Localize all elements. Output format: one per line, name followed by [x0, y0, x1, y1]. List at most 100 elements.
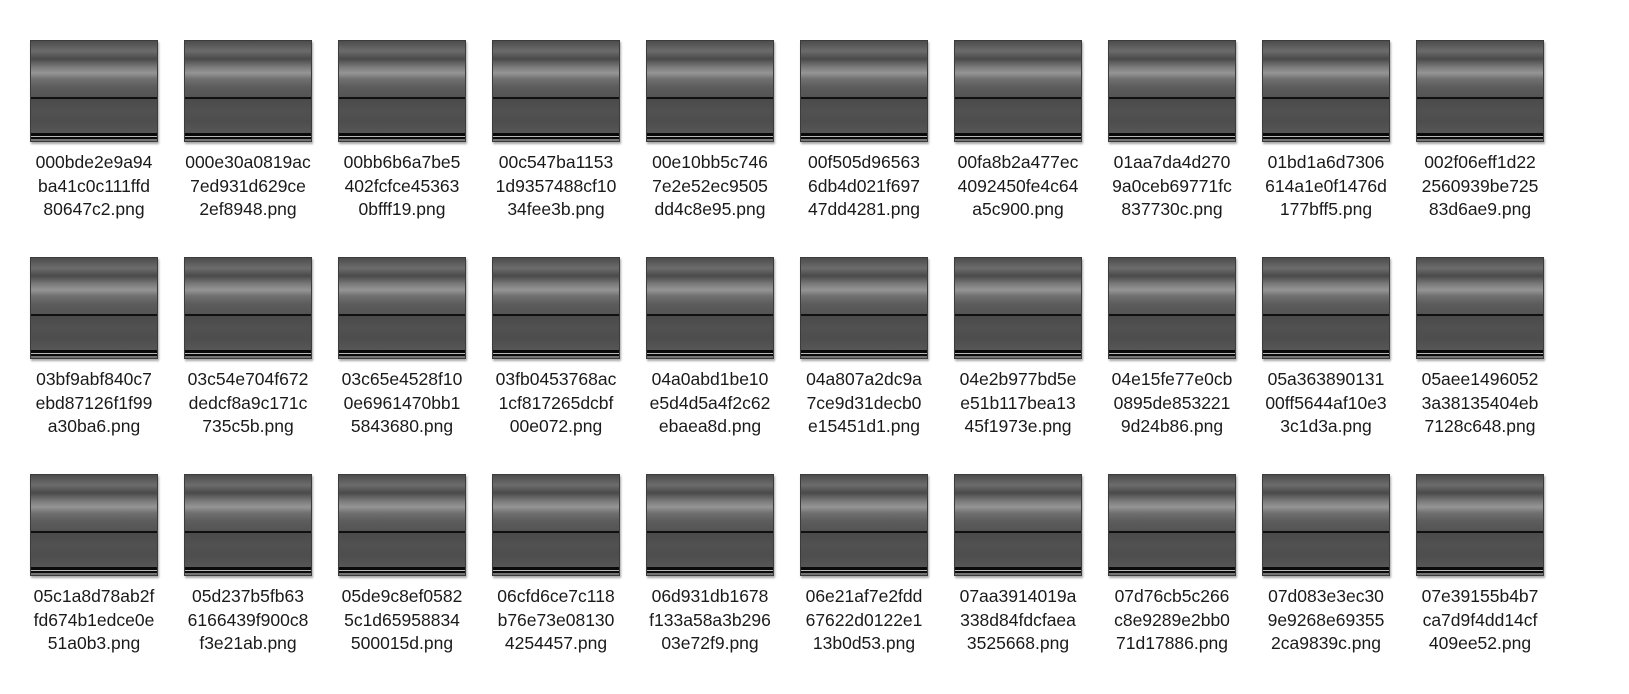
file-thumbnail[interactable] [954, 474, 1082, 576]
file-name-line: a30ba6.png [47, 416, 141, 436]
file-item[interactable]: 05d237b5fb63 6166439f900c8 f3e21ab.png [171, 474, 325, 691]
file-thumbnail[interactable] [30, 40, 158, 142]
file-name-label: 06e21af7e2fdd 67622d0122e1 13b0d53.png [787, 585, 941, 656]
file-item[interactable]: 01aa7da4d270 9a0ceb69771fc 837730c.png [1095, 40, 1249, 257]
file-thumbnail[interactable] [800, 474, 928, 576]
file-name-line: 00e072.png [509, 416, 603, 436]
file-item[interactable]: 07d76cb5c266 c8e9289e2bb0 71d17886.png [1095, 474, 1249, 691]
file-thumbnail[interactable] [184, 40, 312, 142]
file-name-label: 00bb6b6a7be5 402fcfce45363 0bfff19.png [325, 151, 479, 222]
file-thumbnail[interactable] [1108, 257, 1236, 359]
file-item[interactable]: 05aee1496052 3a38135404eb 7128c648.png [1403, 257, 1557, 474]
file-thumbnail[interactable] [492, 40, 620, 142]
file-name-line: dd4c8e95.png [654, 199, 766, 219]
file-name-label: 04e15fe77e0cb 0895de853221 9d24b86.png [1095, 368, 1249, 439]
file-thumbnail[interactable] [954, 257, 1082, 359]
file-item[interactable]: 07aa3914019a 338d84fdcfaea 3525668.png [941, 474, 1095, 691]
file-thumbnail[interactable] [646, 474, 774, 576]
file-name-label: 05d237b5fb63 6166439f900c8 f3e21ab.png [171, 585, 325, 656]
file-name-label: 03c65e4528f10 0e6961470bb1 5843680.png [325, 368, 479, 439]
file-item[interactable]: 03c65e4528f10 0e6961470bb1 5843680.png [325, 257, 479, 474]
file-item[interactable]: 04e15fe77e0cb 0895de853221 9d24b86.png [1095, 257, 1249, 474]
file-thumbnail[interactable] [492, 257, 620, 359]
file-name-line: ca7d9f4dd14cf [1422, 609, 1538, 630]
file-item[interactable]: 07e39155b4b7 ca7d9f4dd14cf 409ee52.png [1403, 474, 1557, 691]
file-thumbnail[interactable] [646, 257, 774, 359]
file-name-line: b76e73e08130 [497, 609, 615, 630]
file-name-line: 80647c2.png [43, 199, 145, 219]
file-name-line: 06cfd6ce7c118 [497, 586, 615, 606]
file-thumbnail[interactable] [30, 474, 158, 576]
file-item[interactable]: 002f06eff1d22 2560939be725 83d6ae9.png [1403, 40, 1557, 257]
file-thumbnail[interactable] [184, 474, 312, 576]
file-name-label: 000e30a0819ac 7ed931d629ce 2ef8948.png [171, 151, 325, 222]
file-item[interactable]: 00c547ba1153 1d9357488cf10 34fee3b.png [479, 40, 633, 257]
file-name-line: 47dd4281.png [808, 199, 920, 219]
file-thumbnail[interactable] [338, 40, 466, 142]
file-name-line: 83d6ae9.png [1428, 199, 1532, 219]
file-thumbnail[interactable] [1416, 257, 1544, 359]
file-name-line: 67622d0122e1 [805, 609, 923, 630]
file-thumbnail[interactable] [954, 40, 1082, 142]
file-name-line: 402fcfce45363 [344, 175, 460, 196]
file-name-line: 2ca9839c.png [1271, 633, 1381, 653]
file-thumbnail[interactable] [1262, 40, 1390, 142]
file-item[interactable]: 04a0abd1be10 e5d4d5a4f2c62 ebaea8d.png [633, 257, 787, 474]
file-name-line: f133a58a3b296 [649, 609, 771, 630]
file-item[interactable]: 05c1a8d78ab2f fd674b1edce0e 51a0b3.png [17, 474, 171, 691]
file-name-label: 00e10bb5c746 7e2e52ec9505 dd4c8e95.png [633, 151, 787, 222]
file-thumbnail[interactable] [338, 257, 466, 359]
file-thumbnail[interactable] [184, 257, 312, 359]
file-item[interactable]: 00bb6b6a7be5 402fcfce45363 0bfff19.png [325, 40, 479, 257]
file-thumbnail[interactable] [800, 257, 928, 359]
file-item[interactable]: 05de9c8ef0582 5c1d65958834 500015d.png [325, 474, 479, 691]
file-name-line: 00c547ba1153 [498, 152, 614, 172]
file-item[interactable]: 05a363890131 00ff5644af10e3 3c1d3a.png [1249, 257, 1403, 474]
file-name-label: 000bde2e9a94 ba41c0c111ffd 80647c2.png [17, 151, 171, 222]
file-item[interactable]: 03bf9abf840c7 ebd87126f1f99 a30ba6.png [17, 257, 171, 474]
file-item[interactable]: 06cfd6ce7c118 b76e73e08130 4254457.png [479, 474, 633, 691]
file-item[interactable]: 00e10bb5c746 7e2e52ec9505 dd4c8e95.png [633, 40, 787, 257]
file-item[interactable]: 01bd1a6d7306 614a1e0f1476d 177bff5.png [1249, 40, 1403, 257]
file-name-line: 6166439f900c8 [187, 609, 309, 630]
file-name-label: 00fa8b2a477ec 4092450fe4c64 a5c900.png [941, 151, 1095, 222]
file-name-line: 4254457.png [504, 633, 608, 653]
file-item[interactable]: 000bde2e9a94 ba41c0c111ffd 80647c2.png [17, 40, 171, 257]
file-thumbnail[interactable] [1416, 40, 1544, 142]
file-name-label: 03c54e704f672 dedcf8a9c171c 735c5b.png [171, 368, 325, 439]
file-name-line: 03bf9abf840c7 [36, 369, 152, 389]
file-name-line: 837730c.png [1121, 199, 1223, 219]
file-name-line: 7ce9d31decb0 [806, 392, 922, 413]
file-name-label: 04e2b977bd5e e51b117bea13 45f1973e.png [941, 368, 1095, 439]
file-thumbnail[interactable] [646, 40, 774, 142]
file-item[interactable]: 00fa8b2a477ec 4092450fe4c64 a5c900.png [941, 40, 1095, 257]
file-item[interactable]: 000e30a0819ac 7ed931d629ce 2ef8948.png [171, 40, 325, 257]
file-thumbnail[interactable] [30, 257, 158, 359]
file-item[interactable]: 06d931db1678 f133a58a3b296 03e72f9.png [633, 474, 787, 691]
file-thumbnail[interactable] [1262, 474, 1390, 576]
file-name-label: 01aa7da4d270 9a0ceb69771fc 837730c.png [1095, 151, 1249, 222]
file-thumbnail[interactable] [1416, 474, 1544, 576]
file-item[interactable]: 03c54e704f672 dedcf8a9c171c 735c5b.png [171, 257, 325, 474]
file-name-line: 614a1e0f1476d [1265, 175, 1387, 196]
file-thumbnail[interactable] [1108, 40, 1236, 142]
file-name-line: c8e9289e2bb0 [1114, 609, 1230, 630]
file-thumbnail[interactable] [338, 474, 466, 576]
file-name-line: 04e2b977bd5e [959, 369, 1077, 389]
file-name-line: 45f1973e.png [964, 416, 1072, 436]
file-thumbnail[interactable] [800, 40, 928, 142]
file-item[interactable]: 03fb0453768ac 1cf817265dcbf 00e072.png [479, 257, 633, 474]
file-thumbnail[interactable] [1108, 474, 1236, 576]
file-thumbnail[interactable] [492, 474, 620, 576]
file-name-line: 07aa3914019a [959, 586, 1077, 606]
file-name-label: 06cfd6ce7c118 b76e73e08130 4254457.png [479, 585, 633, 656]
file-item[interactable]: 06e21af7e2fdd 67622d0122e1 13b0d53.png [787, 474, 941, 691]
file-name-label: 03fb0453768ac 1cf817265dcbf 00e072.png [479, 368, 633, 439]
file-name-line: 05c1a8d78ab2f [33, 586, 155, 606]
file-item[interactable]: 00f505d96563 6db4d021f697 47dd4281.png [787, 40, 941, 257]
file-item[interactable]: 04e2b977bd5e e51b117bea13 45f1973e.png [941, 257, 1095, 474]
file-name-line: 3a38135404eb [1421, 392, 1539, 413]
file-item[interactable]: 04a807a2dc9a 7ce9d31decb0 e15451d1.png [787, 257, 941, 474]
file-thumbnail[interactable] [1262, 257, 1390, 359]
file-item[interactable]: 07d083e3ec30 9e9268e69355 2ca9839c.png [1249, 474, 1403, 691]
